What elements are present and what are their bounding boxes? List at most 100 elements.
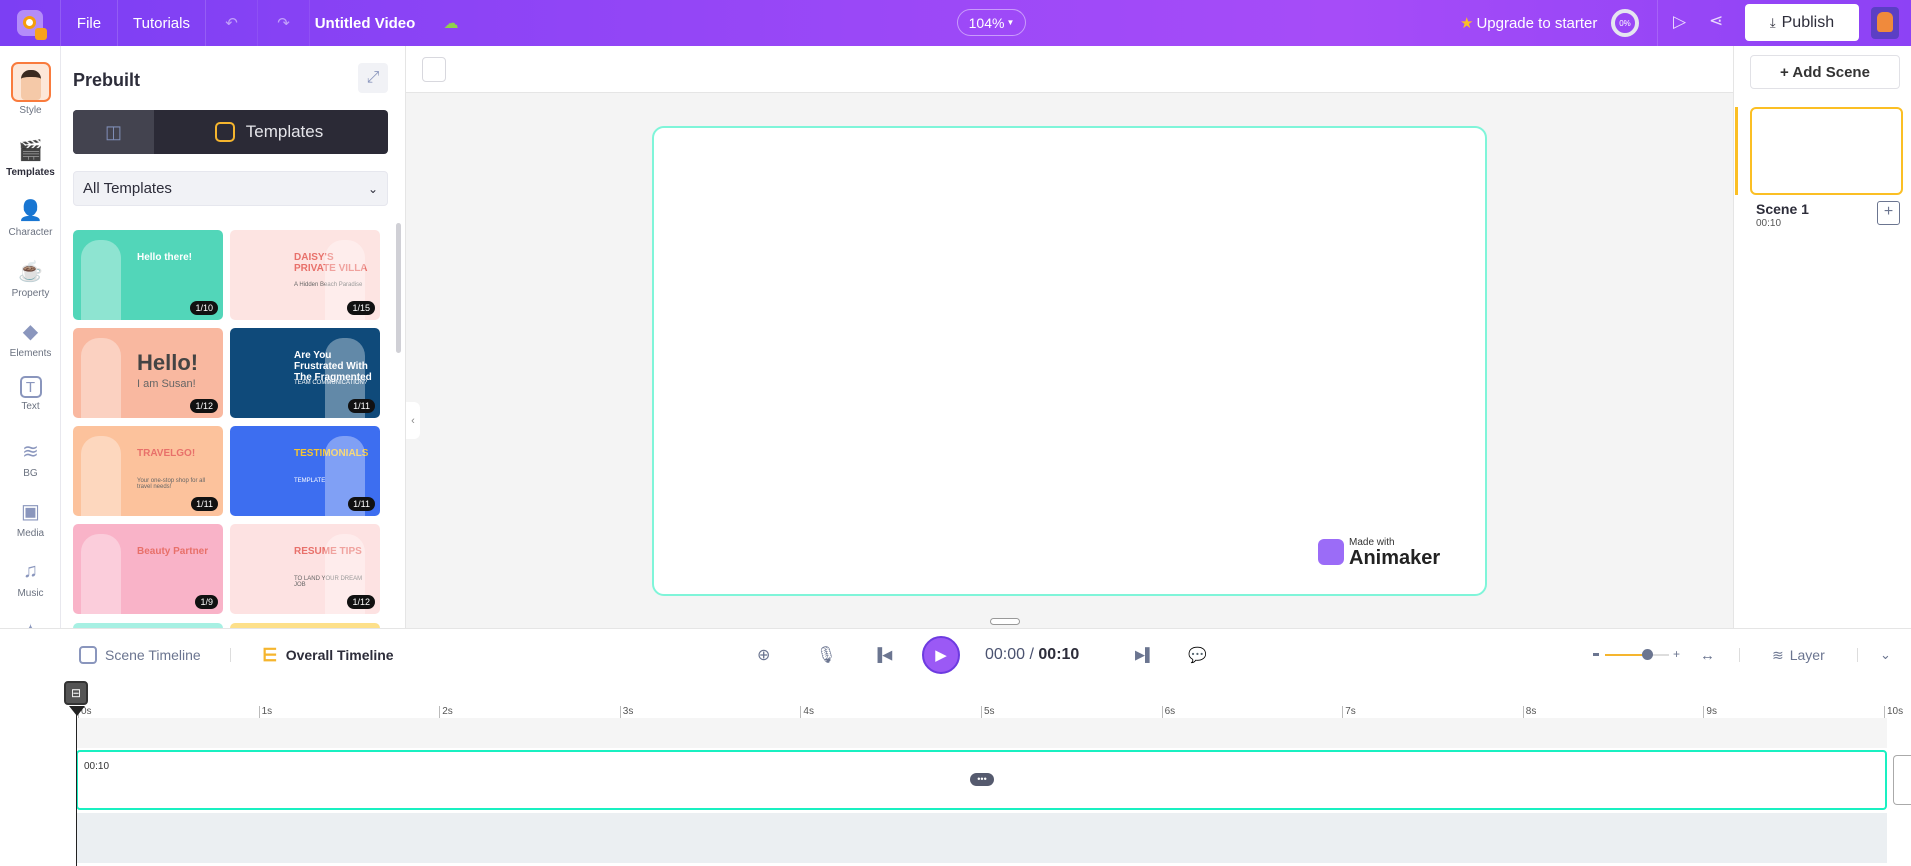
template-thumbnail[interactable]: TESTIMONIALS TEMPLATE 1/11 [230,426,380,516]
share-icon[interactable]: ⋖ [1709,11,1723,31]
caption-icon[interactable]: 💬 [1188,640,1207,670]
undo-icon[interactable]: ↶ [206,0,258,46]
redo-icon[interactable]: ↷ [258,0,310,46]
rail-label: Music [17,588,44,599]
templates-tab-label: Templates [245,122,324,141]
ruler-tick: 5s [981,706,995,718]
rail-item-style[interactable]: Style [0,62,61,116]
template-filter-dropdown[interactable]: All Templates ⌄ [73,171,388,206]
rail-item-elements[interactable]: ◆ Elements [0,317,61,360]
templates-panel: Prebuilt ⤢ ◫ Templates All Templates ⌄ He… [61,46,406,628]
ruler-tick: 8s [1522,706,1536,718]
rail-item-media[interactable]: ▣ Media [0,497,61,540]
zoom-value: 104% [968,14,1005,31]
panel-scrollbar[interactable] [396,223,401,353]
animaker-logo[interactable] [0,0,61,46]
rail-item-property[interactable]: ☕ Property [0,257,61,300]
collapse-timeline-icon[interactable]: ⌄ [1880,640,1891,670]
slide-count-badge: 1/12 [190,399,218,413]
select-checkbox[interactable] [422,57,446,82]
rail-label: BG [23,468,38,479]
skip-back-icon[interactable]: ▐◀ [873,640,892,670]
video-title[interactable]: Untitled Video [310,0,420,46]
scene-thumbnail[interactable] [1750,107,1903,195]
layer-button[interactable]: ≋ Layer [1772,640,1825,670]
upgrade-label: Upgrade to starter [1476,14,1598,32]
template-subtitle: I am Susan! [137,378,196,390]
slide-count-badge: 1/9 [195,595,218,609]
rail-label: Media [16,528,45,539]
file-menu[interactable]: File [61,0,118,46]
preview-play-icon[interactable]: ▷ [1673,12,1686,32]
animaker-logo-icon [1318,539,1344,565]
overall-timeline-label: Overall Timeline [285,647,394,663]
playhead-line[interactable] [76,706,77,866]
rail-item-bg[interactable]: ≋ BG [0,437,61,480]
collapse-panel-handle[interactable]: ‹ [406,402,420,439]
cloud-saved-icon: ☁ [443,15,459,32]
templates-tab[interactable]: Templates [154,110,384,154]
rail-item-text[interactable]: T Text [0,376,61,412]
zoom-dropdown[interactable]: 104% ▼ [957,9,1026,36]
slide-count-badge: 1/15 [347,301,375,315]
split-handle-icon[interactable]: ⊟ [64,681,88,705]
template-thumbnail[interactable]: TRAVELGO! Your one-stop shop for all trav… [73,426,223,516]
chevron-down-icon: ⌄ [367,181,378,196]
rail-label: Character [8,227,53,238]
expand-icon[interactable]: ⤢ [358,63,388,93]
user-avatar[interactable] [1871,7,1899,39]
character-illustration [81,436,121,516]
rail-item-templates[interactable]: 🎬 Templates [0,136,61,179]
resize-handle[interactable] [990,618,1020,625]
camera-zoom-icon[interactable]: ⊕ [757,640,770,670]
play-button[interactable]: ▶ [922,636,960,674]
overall-timeline-tab[interactable]: ⋿ Overall Timeline [262,640,394,670]
fit-width-icon[interactable]: ↔ [1700,640,1715,670]
clip-duration: 00:10 [84,761,110,772]
upgrade-link[interactable]: ★ Upgrade to starter [1460,0,1597,46]
template-thumbnail[interactable]: Beauty Partner 1/9 [73,524,223,614]
scene-timeline-tab[interactable]: Scene Timeline [79,640,201,670]
scene-canvas[interactable] [652,126,1487,596]
canvas-area: ‹ Made with Animaker [406,46,1733,628]
panel-tabs: ◫ Templates [73,110,388,154]
rail-label: Elements [9,348,52,359]
ruler-tick: 1s [258,706,272,718]
slide-count-badge: 1/11 [348,497,375,511]
ruler-tick: 6s [1161,706,1175,718]
template-title: TRAVELGO! [137,448,196,459]
panel-title: Prebuilt [73,70,141,90]
tutorials-menu[interactable]: Tutorials [118,0,206,46]
template-thumbnail[interactable]: Hello there! 1/10 [73,230,223,320]
layout-tab[interactable]: ◫ [73,110,154,154]
avatar-icon [10,62,51,102]
template-thumbnail[interactable]: Hello! I am Susan! 1/12 [73,328,223,418]
slide-count-badge: 1/11 [348,399,375,413]
add-scene-button[interactable]: + Add Scene [1750,55,1900,89]
overall-timeline-icon: ⋿ [262,644,278,665]
scene-clip[interactable]: 00:10 ••• [76,750,1887,810]
playhead-icon[interactable] [69,706,85,716]
template-thumbnail[interactable]: Are You Frustrated With The Fragmented TE… [230,328,380,418]
slide-count-badge: 1/12 [347,595,375,609]
scene-timeline-icon [79,646,97,664]
skip-forward-icon[interactable]: ▶▌ [1135,640,1154,670]
template-thumbnail[interactable]: RESUME TIPS TO LAND YOUR DREAM JOB 1/12 [230,524,380,614]
rail-item-music[interactable]: ♫ Music [0,557,61,600]
rail-label: Text [21,401,40,412]
ruler-tick: 3s [619,706,633,718]
scene-add-icon[interactable]: + [1877,201,1900,225]
microphone-icon[interactable]: 🎙 [816,640,836,670]
watermark-brand: Animaker [1349,546,1441,569]
template-thumbnail[interactable]: DAISY'S PRIVATE VILLA A Hidden Beach Para… [230,230,380,320]
layers-icon: ≋ [22,440,39,463]
rail-item-character[interactable]: 👤 Character [0,196,61,239]
shapes-icon: ◆ [22,320,39,343]
clip-options-icon[interactable]: ••• [970,773,994,786]
progress-ring: 0% [1611,9,1639,37]
slide-count-badge: 1/11 [191,497,218,511]
publish-button[interactable]: ⤓ Publish [1745,4,1859,41]
timeline-zoom-slider[interactable]: + [1593,648,1680,660]
character-illustration [81,240,121,320]
scene-duration: 00:10 [1756,218,1782,229]
